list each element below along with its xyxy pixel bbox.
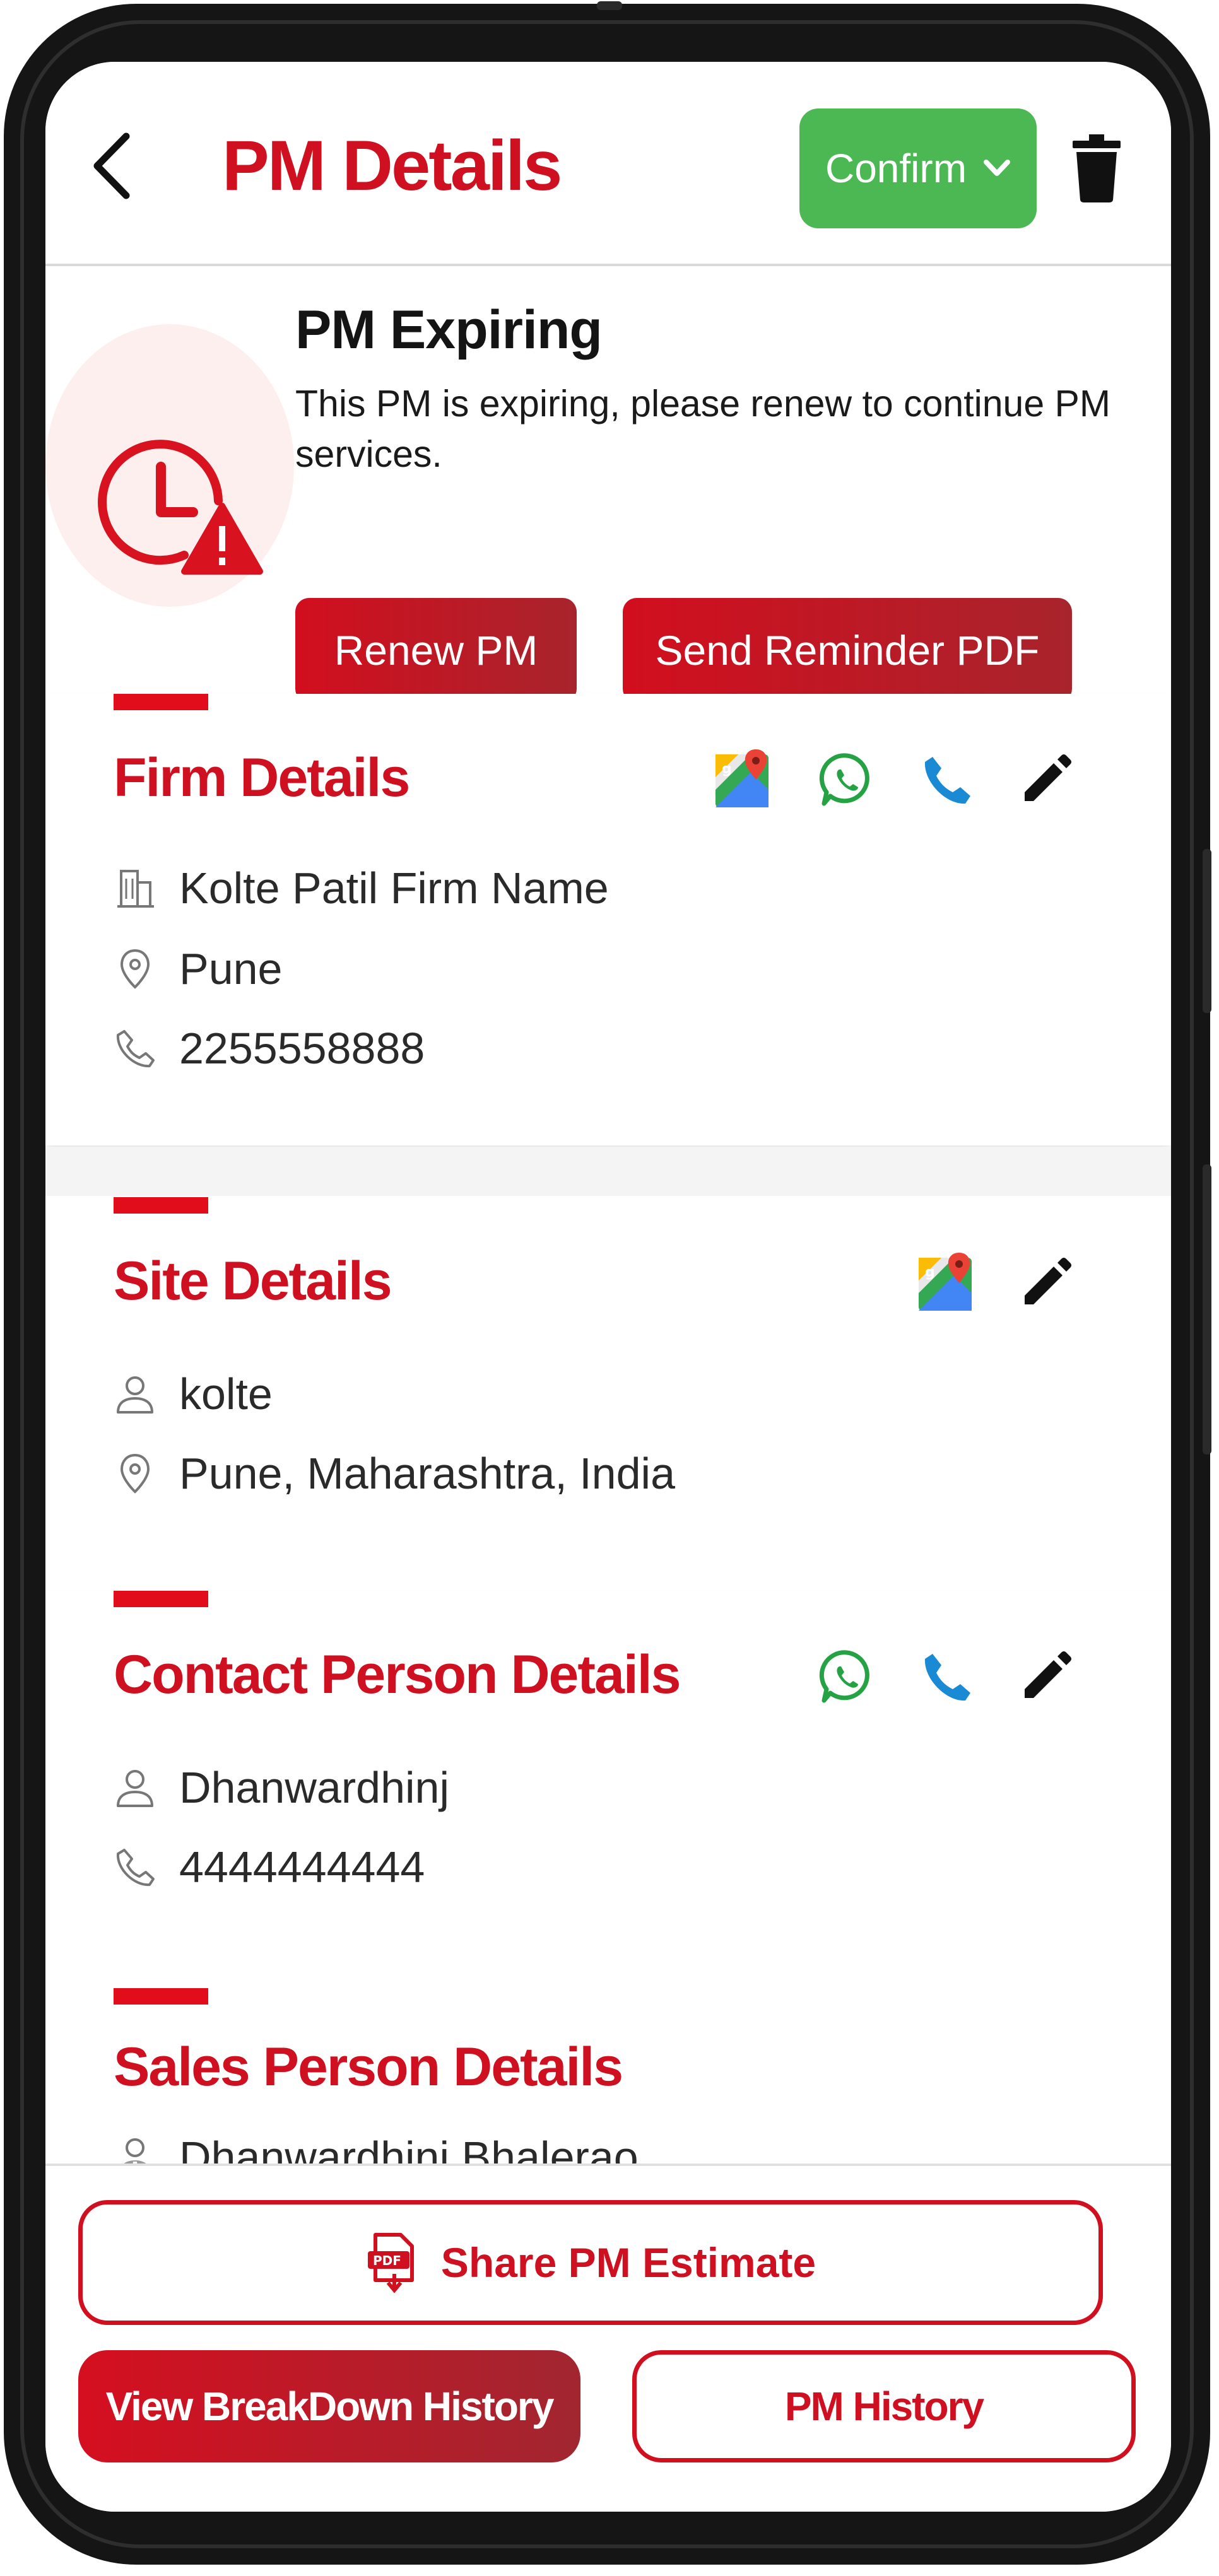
whatsapp-button[interactable] xyxy=(816,749,877,810)
warning-badge xyxy=(45,324,294,607)
contact-name: Dhanwardhinj xyxy=(179,1763,450,1812)
card-title: Site Details xyxy=(114,1251,392,1311)
person-icon xyxy=(114,1765,156,1810)
firm-details-card: Firm Details g Kolte Patil Firm Name Pun… xyxy=(45,694,1171,1145)
svg-text:g: g xyxy=(722,761,732,777)
confirm-dropdown-button[interactable]: Confirm xyxy=(799,108,1037,228)
firm-phone: 2255558888 xyxy=(179,1024,425,1073)
person-icon xyxy=(114,1372,156,1416)
contact-name-row: Dhanwardhinj xyxy=(114,1756,449,1819)
send-reminder-pdf-button[interactable]: Send Reminder PDF xyxy=(623,598,1072,703)
pm-expiring-banner: PM Expiring This PM is expiring, please … xyxy=(45,266,1171,703)
phone-outline-icon xyxy=(114,1026,156,1070)
sales-person-card: Sales Person Details Dhanwardhini Bhaler… xyxy=(45,1988,1171,2182)
card-title: Contact Person Details xyxy=(114,1644,681,1705)
phone-icon xyxy=(924,1654,970,1701)
site-person-row: kolte xyxy=(114,1362,273,1426)
delete-button[interactable] xyxy=(1073,134,1121,202)
pencil-icon xyxy=(1025,1651,1071,1698)
pdf-badge-label: PDF xyxy=(373,2253,401,2268)
power-button xyxy=(1203,1164,1211,1455)
call-button[interactable] xyxy=(916,749,977,810)
edit-firm-button[interactable] xyxy=(1016,748,1076,809)
phone-icon xyxy=(924,757,970,804)
svg-text:g: g xyxy=(925,1265,935,1280)
google-maps-icon: g xyxy=(716,749,768,807)
card-accent xyxy=(114,694,208,710)
pm-history-button[interactable]: PM History xyxy=(632,2350,1136,2462)
page-title: PM Details xyxy=(222,126,562,205)
location-pin-icon xyxy=(114,947,156,991)
call-button[interactable] xyxy=(916,1646,977,1707)
site-location-row: Pune, Maharashtra, India xyxy=(114,1442,675,1505)
whatsapp-icon xyxy=(819,753,869,806)
view-breakdown-history-button[interactable]: View BreakDown History xyxy=(78,2350,580,2462)
card-accent xyxy=(114,1197,208,1214)
card-accent xyxy=(114,1988,208,2005)
map-button[interactable]: g xyxy=(713,748,774,809)
share-pm-estimate-button[interactable]: PDF Share PM Estimate xyxy=(78,2200,1103,2325)
phone-outline-icon xyxy=(114,1845,156,1889)
whatsapp-button[interactable] xyxy=(816,1646,877,1707)
contact-phone-row: 4444444444 xyxy=(114,1835,425,1899)
map-button[interactable]: g xyxy=(916,1251,977,1312)
google-maps-icon: g xyxy=(919,1253,972,1311)
app-header: PM Details Confirm xyxy=(45,62,1171,266)
firm-city: Pune xyxy=(179,944,283,993)
card-title: Sales Person Details xyxy=(114,2037,623,2097)
confirm-label: Confirm xyxy=(825,146,967,191)
card-title: Firm Details xyxy=(114,747,410,808)
firm-name-row: Kolte Patil Firm Name xyxy=(114,857,609,920)
site-location: Pune, Maharashtra, India xyxy=(179,1449,676,1498)
back-button[interactable] xyxy=(90,131,134,201)
edit-site-button[interactable] xyxy=(1016,1251,1076,1312)
chevron-down-icon xyxy=(984,160,1011,176)
bottom-action-bar: PDF Share PM Estimate View BreakDown His… xyxy=(45,2163,1171,2512)
site-details-card: Site Details g kolte Pune, Maharashtra, … xyxy=(45,1197,1171,1607)
whatsapp-icon xyxy=(819,1650,869,1703)
edit-contact-button[interactable] xyxy=(1016,1645,1076,1706)
top-sensor xyxy=(597,1,622,10)
pencil-icon xyxy=(1025,754,1071,801)
pencil-icon xyxy=(1025,1258,1071,1304)
firm-phone-row: 2255558888 xyxy=(114,1017,425,1080)
contact-phone: 4444444444 xyxy=(179,1842,425,1892)
card-accent xyxy=(114,1591,208,1607)
building-icon xyxy=(114,866,156,910)
contact-person-card: Contact Person Details Dhanwardhinj 4444… xyxy=(45,1591,1171,1994)
clock-warning-icon xyxy=(98,440,263,575)
chevron-left-icon xyxy=(93,132,130,199)
app-screen: PM Details Confirm PM Expiring This PM i… xyxy=(45,62,1171,2512)
location-pin-icon xyxy=(114,1451,156,1496)
firm-name: Kolte Patil Firm Name xyxy=(179,864,609,913)
expiring-message: This PM is expiring, please renew to con… xyxy=(295,383,1111,475)
trash-icon xyxy=(1073,134,1121,202)
pdf-download-icon: PDF xyxy=(367,2233,414,2293)
renew-pm-button[interactable]: Renew PM xyxy=(295,598,577,703)
expiring-title: PM Expiring xyxy=(295,300,603,360)
section-gap xyxy=(45,1147,1171,1196)
site-person: kolte xyxy=(179,1369,273,1419)
firm-city-row: Pune xyxy=(114,937,282,1000)
volume-button xyxy=(1203,849,1211,1013)
share-pm-estimate-label: Share PM Estimate xyxy=(440,2239,816,2286)
